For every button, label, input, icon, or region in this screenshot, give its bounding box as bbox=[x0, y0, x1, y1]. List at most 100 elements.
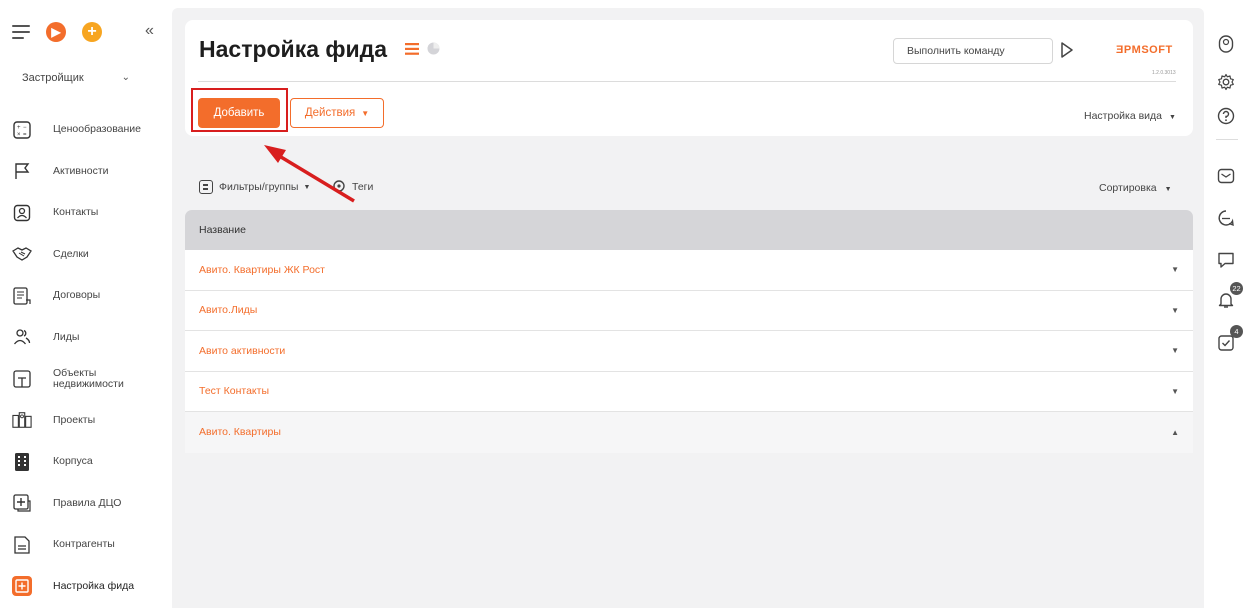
table-row[interactable]: Авито активности ▼ bbox=[185, 331, 1193, 372]
run-command-icon[interactable] bbox=[1060, 42, 1074, 58]
sidebar-item-buildings[interactable]: Корпуса bbox=[0, 441, 172, 483]
hamburger-menu-icon[interactable] bbox=[12, 25, 30, 39]
sort-dropdown[interactable]: Сортировка ▼ bbox=[1099, 182, 1172, 194]
expand-caret-icon[interactable]: ▼ bbox=[1171, 387, 1179, 396]
profile-icon[interactable] bbox=[1216, 34, 1236, 54]
row-name-link[interactable]: Авито. Квартиры bbox=[199, 426, 281, 438]
role-select[interactable]: Застройщик ⌄ bbox=[22, 72, 130, 84]
brand-logo: ƎPMSOFT bbox=[1116, 44, 1173, 56]
list-view-icon[interactable] bbox=[405, 42, 419, 55]
sidebar-item-activities[interactable]: Активности bbox=[0, 151, 172, 193]
sidebar-item-label: Проекты bbox=[53, 413, 96, 426]
caret-down-icon: ▼ bbox=[1168, 114, 1176, 121]
expand-caret-icon[interactable]: ▼ bbox=[1171, 265, 1179, 274]
sidebar-item-leads[interactable]: Лиды bbox=[0, 317, 172, 359]
sidebar-item-counterparties[interactable]: Контрагенты bbox=[0, 524, 172, 566]
sidebar-item-label: Сделки bbox=[53, 247, 89, 260]
sidebar-item-label: Активности bbox=[53, 164, 109, 177]
caret-down-icon: ▼ bbox=[361, 108, 370, 118]
app-version: 1.2.0.3013 bbox=[1152, 70, 1176, 76]
sidebar-item-label: Правила ДЦО bbox=[53, 496, 122, 509]
sidebar-item-label: Объекты недвижимости bbox=[53, 366, 124, 390]
table-row[interactable]: Тест Контакты ▼ bbox=[185, 371, 1193, 412]
tags-button[interactable]: Теги bbox=[332, 180, 373, 194]
right-rail: 22 4 bbox=[1204, 0, 1256, 608]
contact-card-icon bbox=[12, 203, 32, 223]
gear-icon[interactable] bbox=[1216, 72, 1236, 92]
table-header[interactable]: Название bbox=[185, 210, 1193, 250]
building-icon bbox=[12, 452, 32, 472]
table-row[interactable]: Авито. Квартиры ▲ bbox=[185, 412, 1193, 453]
expand-caret-icon[interactable]: ▼ bbox=[1171, 346, 1179, 355]
tags-label: Теги bbox=[352, 181, 374, 193]
chat-bubble-icon[interactable] bbox=[1216, 208, 1236, 228]
sidebar-item-dco-rules[interactable]: Правила ДЦО bbox=[0, 483, 172, 525]
title-icons bbox=[405, 42, 440, 55]
tasks-badge: 4 bbox=[1230, 325, 1243, 338]
bell-icon[interactable]: 22 bbox=[1216, 282, 1243, 310]
document-icon bbox=[12, 535, 32, 555]
notifications-badge: 22 bbox=[1230, 282, 1243, 295]
view-settings-label: Настройка вида bbox=[1084, 110, 1163, 122]
sidebar-item-contacts[interactable]: Контакты bbox=[0, 192, 172, 234]
contract-icon bbox=[12, 286, 32, 306]
header-divider bbox=[198, 81, 1176, 82]
sidebar-item-pricing[interactable]: + − × = Ценообразование bbox=[0, 109, 172, 151]
help-icon[interactable] bbox=[1216, 106, 1236, 126]
expand-caret-icon[interactable]: ▼ bbox=[1171, 306, 1179, 315]
actions-label: Действия bbox=[304, 107, 356, 119]
column-name: Название bbox=[199, 224, 246, 236]
caret-down-icon: ▼ bbox=[1164, 186, 1172, 193]
caret-down-icon: ▼ bbox=[303, 183, 311, 191]
feed-table: Название Авито. Квартиры ЖК Рост ▼ Авито… bbox=[185, 210, 1193, 453]
sidebar-item-projects[interactable]: Проекты bbox=[0, 400, 172, 442]
collapse-caret-icon[interactable]: ▲ bbox=[1171, 428, 1179, 437]
sidebar-item-label: Контрагенты bbox=[53, 538, 115, 551]
tag-icon bbox=[333, 180, 345, 194]
role-select-value: Застройщик bbox=[22, 72, 84, 84]
rail-divider bbox=[1216, 139, 1238, 140]
table-row[interactable]: Авито. Квартиры ЖК Рост ▼ bbox=[185, 250, 1193, 291]
sidebar-menu: + − × = Ценообразование Активности Контакты… bbox=[0, 109, 172, 607]
mail-icon[interactable] bbox=[1216, 166, 1236, 186]
play-icon[interactable]: ▶ bbox=[46, 22, 66, 42]
sort-label: Сортировка bbox=[1099, 182, 1157, 194]
property-icon bbox=[12, 369, 32, 389]
message-icon[interactable] bbox=[1216, 250, 1236, 270]
filters-dropdown[interactable]: Фильтры/группы ▼ bbox=[199, 180, 310, 194]
svg-text:×: × bbox=[17, 132, 21, 138]
sidebar-item-label: Контакты bbox=[53, 206, 99, 219]
row-name-link[interactable]: Авито. Квартиры ЖК Рост bbox=[199, 264, 325, 276]
pricing-icon: + − × = bbox=[12, 120, 32, 140]
svg-text:−: − bbox=[23, 125, 27, 131]
sidebar-item-deals[interactable]: Сделки bbox=[0, 234, 172, 276]
row-name-link[interactable]: Авито активности bbox=[199, 345, 285, 357]
sidebar-item-label: Ценообразование bbox=[53, 123, 141, 136]
command-input[interactable]: Выполнить команду bbox=[893, 38, 1053, 64]
view-settings-dropdown[interactable]: Настройка вида ▼ bbox=[1084, 110, 1176, 122]
handshake-icon bbox=[12, 244, 32, 264]
flag-icon bbox=[12, 161, 32, 181]
sidebar-item-label: Договоры bbox=[53, 289, 101, 302]
page-title: Настройка фида bbox=[199, 36, 388, 62]
table-row[interactable]: Авито.Лиды ▼ bbox=[185, 290, 1193, 331]
sidebar: ▶ + « Застройщик ⌄ + − × = Ценообразование … bbox=[0, 0, 172, 608]
add-circle-icon[interactable]: + bbox=[82, 22, 102, 42]
sidebar-top: ▶ + bbox=[12, 22, 102, 42]
filters-label: Фильтры/группы bbox=[219, 181, 299, 193]
sidebar-item-label: Настройка фида bbox=[53, 579, 135, 592]
sidebar-item-contracts[interactable]: Договоры bbox=[0, 275, 172, 317]
row-name-link[interactable]: Тест Контакты bbox=[199, 385, 269, 397]
tasks-checkbox-icon[interactable]: 4 bbox=[1216, 325, 1243, 353]
actions-button[interactable]: Действия ▼ bbox=[290, 98, 384, 128]
sidebar-item-feed-settings[interactable]: Настройка фида bbox=[0, 566, 172, 608]
chart-view-icon[interactable] bbox=[427, 42, 440, 55]
sidebar-item-properties[interactable]: Объекты недвижимости bbox=[0, 358, 172, 400]
users-icon bbox=[12, 327, 32, 347]
row-name-link[interactable]: Авито.Лиды bbox=[199, 304, 257, 316]
svg-text:=: = bbox=[23, 132, 27, 138]
feed-settings-icon bbox=[12, 576, 32, 597]
command-separator bbox=[1052, 42, 1053, 60]
collapse-sidebar-icon[interactable]: « bbox=[145, 22, 154, 40]
rules-icon bbox=[12, 493, 32, 513]
